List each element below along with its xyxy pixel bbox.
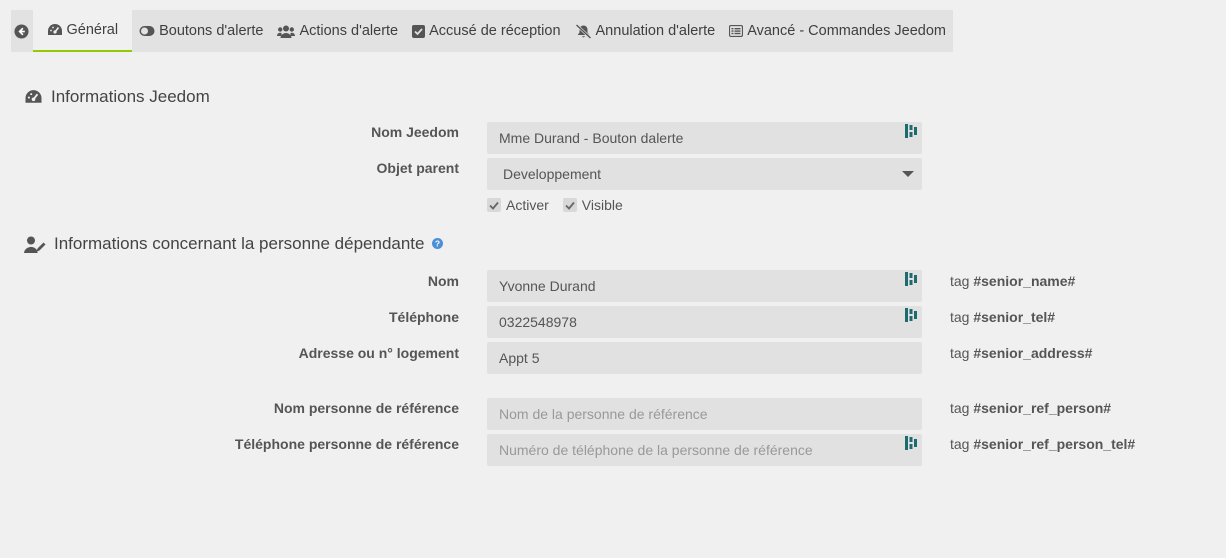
check-icon	[487, 198, 501, 212]
jeedom-command-icon[interactable]	[905, 272, 917, 286]
check-square-icon	[412, 24, 426, 38]
section-title-jeedom: Informations Jeedom	[24, 87, 210, 107]
visible-checkbox[interactable]: Visible	[562, 197, 623, 213]
section-title-text: Informations concernant la personne dépe…	[54, 234, 425, 253]
senior-phone-input[interactable]	[499, 306, 910, 338]
arrow-circle-left-icon	[14, 23, 29, 39]
senior-address-field-wrapper	[487, 342, 922, 374]
activate-label: Activer	[506, 197, 549, 213]
ref-person-phone-field-wrapper	[487, 434, 922, 466]
parent-object-select[interactable]: Developpement	[487, 158, 922, 190]
ref-person-phone-tag: tag #senior_ref_person_tel#	[950, 436, 1136, 452]
tab-alert-buttons[interactable]: Boutons d'alerte	[132, 10, 270, 52]
check-icon	[562, 198, 577, 212]
senior-address-label: Adresse ou n° logement	[298, 345, 459, 361]
senior-name-input[interactable]	[499, 270, 910, 302]
tab-general[interactable]: Général	[32, 10, 133, 52]
chevron-down-icon	[902, 171, 914, 177]
options-checkboxes: Activer Visible	[487, 197, 623, 213]
left-gutter	[0, 0, 11, 558]
ref-person-name-field-wrapper	[487, 398, 922, 430]
jeedom-command-icon[interactable]	[905, 436, 917, 450]
senior-address-input[interactable]	[499, 342, 910, 374]
tab-label: Actions d'alerte	[299, 23, 399, 39]
senior-name-tag: tag #senior_name#	[950, 273, 1076, 289]
tab-content-general: Informations Jeedom Nom Jeedom Objet par…	[11, 52, 1226, 558]
tab-label: Avancé - Commandes Jeedom	[747, 23, 946, 39]
parent-object-label: Objet parent	[376, 160, 459, 176]
ref-person-phone-input[interactable]	[499, 434, 910, 466]
section-title-text: Informations Jeedom	[51, 87, 210, 106]
tab-label: Boutons d'alerte	[159, 23, 264, 39]
senior-address-tag: tag #senior_address#	[950, 345, 1093, 361]
bell-slash-icon	[575, 23, 591, 39]
list-alt-icon	[729, 25, 744, 37]
ref-person-name-label: Nom personne de référence	[273, 400, 459, 416]
ref-person-phone-label: Téléphone personne de référence	[234, 436, 459, 452]
parent-object-value: Developpement	[503, 166, 602, 182]
jeedom-name-input[interactable]	[499, 122, 910, 154]
tab-acknowledgement[interactable]: Accusé de réception	[405, 10, 567, 52]
jeedom-command-icon[interactable]	[905, 124, 917, 138]
toggle-icon	[139, 26, 155, 36]
users-icon	[277, 25, 296, 38]
senior-phone-tag: tag #senior_tel#	[950, 309, 1056, 325]
tab-alert-actions[interactable]: Actions d'alerte	[270, 10, 405, 52]
visible-label: Visible	[581, 197, 623, 213]
help-icon[interactable]: ?	[432, 234, 444, 254]
senior-name-field-wrapper	[487, 270, 922, 302]
section-title-person: Informations concernant la personne dépe…	[24, 234, 444, 254]
tab-label: Accusé de réception	[429, 23, 561, 39]
tab-label: Annulation d'alerte	[595, 23, 716, 39]
tab-label: Général	[66, 22, 119, 38]
tab-bar: Général Boutons d'alerte Actions d'alert…	[11, 10, 953, 52]
tachometer-icon	[25, 90, 42, 103]
senior-phone-label: Téléphone	[388, 309, 459, 325]
activate-checkbox[interactable]: Activer	[487, 197, 549, 213]
senior-phone-field-wrapper	[487, 306, 922, 338]
name-field-wrapper	[487, 122, 922, 154]
ref-person-name-tag: tag #senior_ref_person#	[950, 400, 1112, 416]
tachometer-icon	[47, 24, 62, 35]
back-button[interactable]	[11, 10, 33, 52]
user-edit-icon	[24, 236, 46, 253]
jeedom-command-icon[interactable]	[905, 308, 917, 322]
name-label: Nom Jeedom	[371, 124, 459, 140]
tab-advanced-commands[interactable]: Avancé - Commandes Jeedom	[722, 10, 953, 52]
svg-text:?: ?	[435, 239, 440, 249]
tab-alert-cancel[interactable]: Annulation d'alerte	[568, 10, 723, 52]
senior-name-label: Nom	[427, 273, 459, 289]
ref-person-name-input[interactable]	[499, 398, 910, 430]
